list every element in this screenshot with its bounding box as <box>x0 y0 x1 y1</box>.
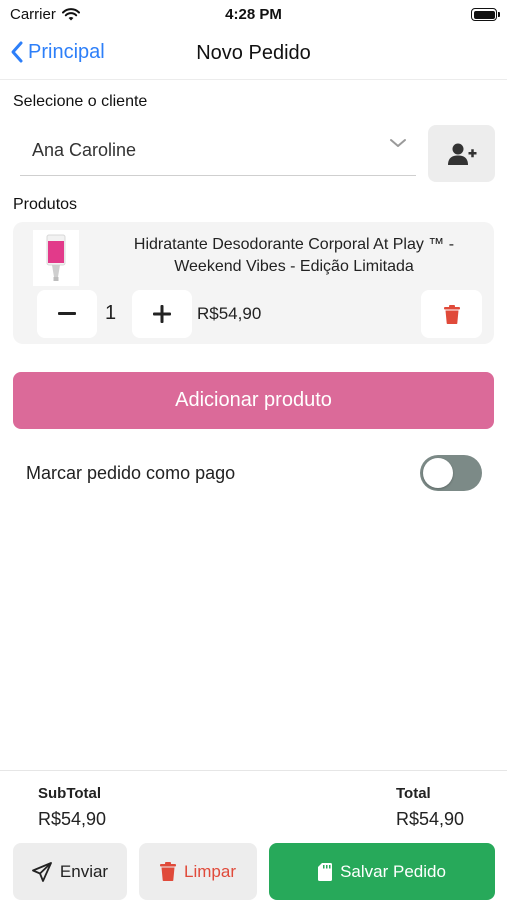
status-bar: Carrier 4:28 PM <box>0 0 507 30</box>
total-value: R$54,90 <box>396 809 465 829</box>
client-section-label: Selecione o cliente <box>13 93 148 110</box>
clear-button-label: Limpar <box>184 861 236 881</box>
product-price: R$54,90 <box>197 304 262 323</box>
paper-plane-icon <box>32 861 52 882</box>
remove-product-button[interactable] <box>421 290 482 338</box>
mark-paid-label: Marcar pedido como pago <box>26 463 236 483</box>
product-name: Hidratante Desodorante Corporal At Play … <box>133 236 455 275</box>
toggle-knob <box>423 458 453 488</box>
minus-icon <box>58 312 76 315</box>
subtotal-label: SubTotal <box>38 785 102 802</box>
products-section-label: Produtos <box>13 196 78 213</box>
status-time: 4:28 PM <box>225 6 282 23</box>
page-title: Novo Pedido <box>196 42 311 64</box>
product-bottle-image <box>46 234 66 281</box>
add-product-button[interactable]: Adicionar produto <box>13 372 494 429</box>
client-select-value: Ana Caroline <box>32 140 137 160</box>
client-select[interactable]: Ana Caroline <box>20 126 416 176</box>
subtotal-value: R$54,90 <box>38 809 107 829</box>
sd-card-icon <box>318 862 333 881</box>
save-order-button[interactable]: Salvar Pedido <box>269 843 495 900</box>
send-button[interactable]: Enviar <box>13 843 127 900</box>
decrease-quantity-button[interactable] <box>37 290 97 338</box>
order-footer: SubTotal R$54,90 Total R$54,90 Enviar Li… <box>0 770 507 900</box>
battery-icon <box>471 8 500 21</box>
clear-button[interactable]: Limpar <box>139 843 257 900</box>
user-plus-icon <box>447 143 476 165</box>
chevron-down-icon <box>390 139 406 147</box>
plus-icon <box>153 305 171 323</box>
mark-paid-toggle[interactable] <box>420 455 482 491</box>
save-order-button-label: Salvar Pedido <box>340 861 446 881</box>
add-client-button[interactable] <box>428 125 495 182</box>
product-card: Hidratante Desodorante Corporal At Play … <box>13 222 494 344</box>
total-label: Total <box>396 785 431 802</box>
quantity-value: 1 <box>105 302 117 324</box>
increase-quantity-button[interactable] <box>132 290 192 338</box>
navigation-bar: Principal Novo Pedido <box>0 30 507 80</box>
send-button-label: Enviar <box>59 861 109 881</box>
trash-icon <box>160 862 177 881</box>
trash-icon <box>443 304 460 324</box>
product-thumbnail <box>33 230 79 286</box>
